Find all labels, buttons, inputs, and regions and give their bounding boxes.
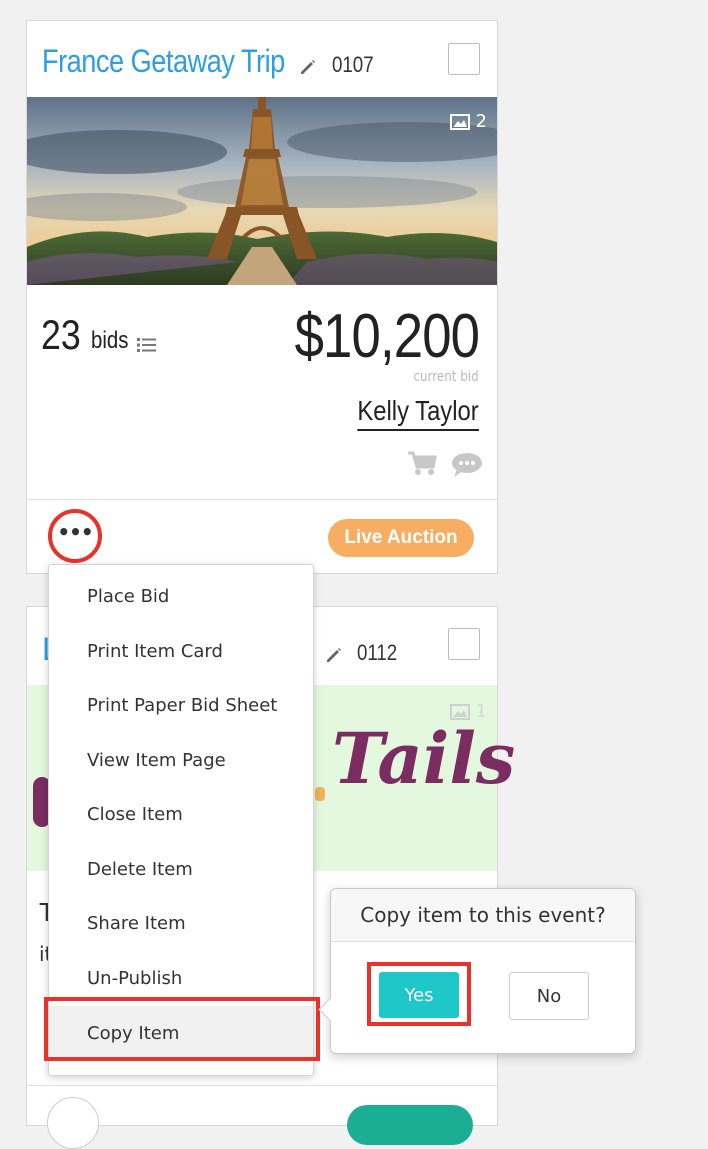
pencil-icon[interactable] [324,645,344,665]
menu-item-place-bid[interactable]: Place Bid [49,569,313,623]
more-actions-button[interactable] [47,1097,99,1149]
eiffel-tower-photo [27,97,497,285]
item-number: 0112 [357,640,398,665]
bids-label: bids [91,327,129,354]
select-checkbox[interactable] [448,628,480,660]
price-caption: current bid [413,369,479,385]
more-icon: ••• [57,520,93,544]
item-photo[interactable]: 2 [27,97,497,285]
menu-item-view-item-page[interactable]: View Item Page [49,733,313,787]
card-divider [27,1085,497,1086]
image-count: 2 [449,111,487,132]
top-bidder-link[interactable]: Kelly Taylor [357,395,479,431]
logo-fragment [315,787,325,801]
more-actions-button[interactable]: ••• [48,509,102,563]
bid-count: 23 [41,311,81,358]
card-divider [27,499,497,500]
menu-item-print-item-card[interactable]: Print Item Card [49,624,313,678]
copy-confirm-popover: Copy item to this event? Yes No [318,888,636,1054]
copy-item-highlight [44,997,320,1061]
current-price: $10,200 [294,302,479,371]
list-icon[interactable] [137,337,157,353]
image-icon [449,113,470,130]
item-title[interactable]: France Getaway Trip [42,43,285,80]
chat-icon[interactable] [451,452,483,478]
yes-button[interactable]: Yes [379,972,459,1018]
menu-item-share-item[interactable]: Share Item [49,896,313,950]
item-number: 0107 [332,52,374,77]
item-card-france-getaway: France Getaway Trip 0107 2 23 bids $10,2… [26,20,498,574]
menu-item-delete-item[interactable]: Delete Item [49,842,313,896]
status-badge [347,1105,473,1145]
select-checkbox[interactable] [448,43,480,75]
menu-item-close-item[interactable]: Close Item [49,787,313,841]
menu-item-print-paper-bid-sheet[interactable]: Print Paper Bid Sheet [49,678,313,732]
cart-icon[interactable] [407,451,437,477]
tails-logo: Tails [332,717,516,800]
live-auction-badge: Live Auction [328,519,474,557]
no-button[interactable]: No [509,972,589,1020]
image-count-label: 2 [475,111,487,132]
pencil-icon[interactable] [298,57,318,77]
popover-title: Copy item to this event? [331,889,635,942]
